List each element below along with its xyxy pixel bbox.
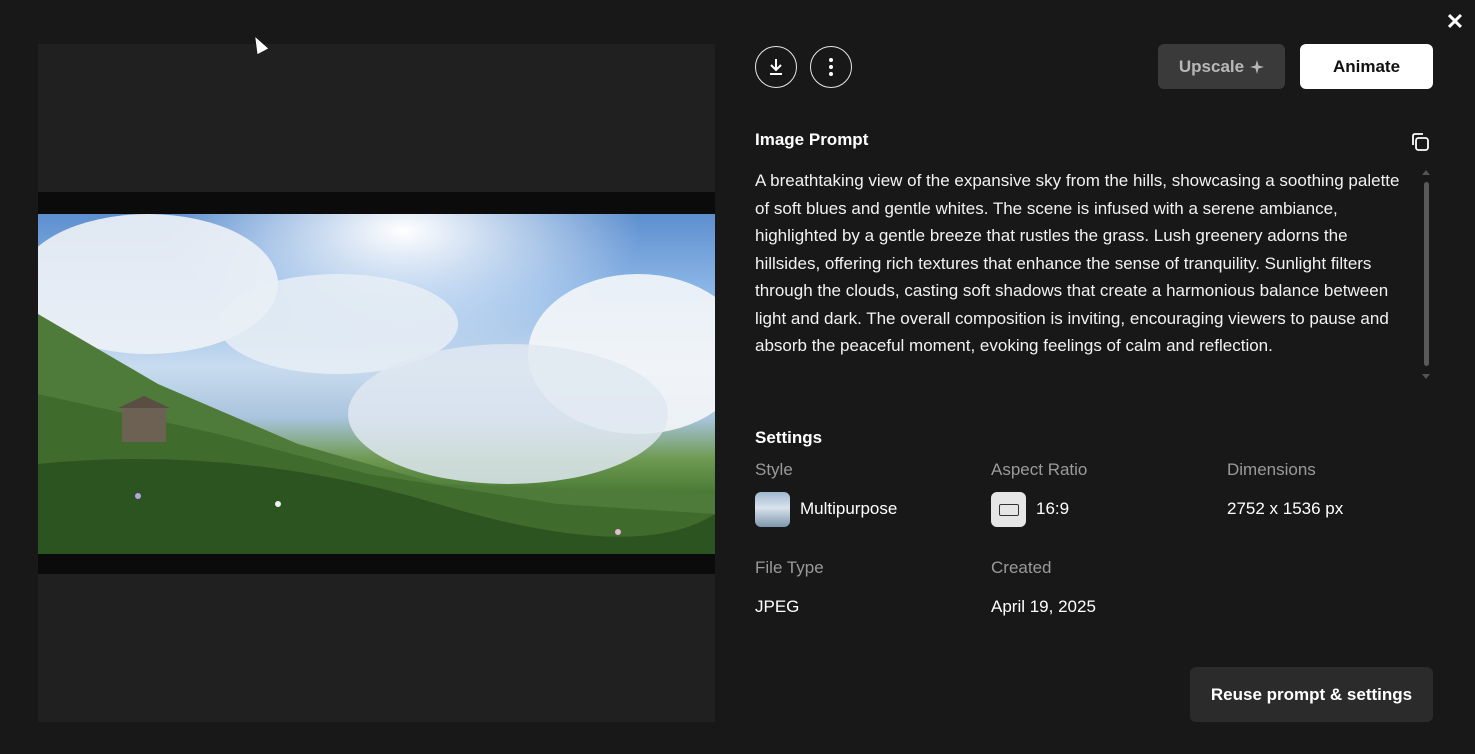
- more-vertical-icon: [829, 58, 833, 76]
- reuse-label: Reuse prompt & settings: [1210, 684, 1413, 704]
- settings-title: Settings: [755, 428, 823, 447]
- aspect-ratio-label: Aspect Ratio: [991, 460, 1088, 479]
- upscale-label: Upscale: [1178, 56, 1245, 76]
- image-preview-panel: [38, 44, 715, 722]
- dimensions-value: 2752 x 1536 px: [1227, 499, 1344, 518]
- landscape-image: [38, 214, 715, 554]
- created-value: April 19, 2025: [991, 597, 1096, 616]
- sparkle-icon: [1250, 59, 1265, 74]
- reuse-prompt-settings-button[interactable]: Reuse prompt & settings: [1190, 667, 1433, 722]
- image-prompt-title: Image Prompt: [755, 130, 869, 149]
- details-panel: Upscale Animate Image Prompt A breathtak…: [755, 44, 1433, 724]
- file-type-value: JPEG: [755, 597, 800, 616]
- image-prompt-text: A breathtaking view of the expansive sky…: [755, 171, 1400, 355]
- close-icon: ✕: [1445, 9, 1465, 34]
- aspect-ratio-icon: [991, 492, 1026, 527]
- aspect-ratio-value: 16:9: [1036, 499, 1070, 518]
- style-label: Style: [755, 460, 793, 479]
- upscale-button[interactable]: Upscale: [1158, 44, 1285, 89]
- generated-image[interactable]: [38, 214, 715, 554]
- download-button[interactable]: [755, 46, 797, 88]
- download-icon: [770, 59, 782, 75]
- style-thumbnail: [755, 492, 790, 527]
- close-button[interactable]: ✕: [1443, 10, 1467, 34]
- more-options-button[interactable]: [810, 46, 852, 88]
- animate-button[interactable]: Animate: [1300, 44, 1433, 89]
- animate-label: Animate: [1332, 56, 1401, 76]
- prompt-scrollbar[interactable]: [1421, 170, 1431, 380]
- scrollbar-thumb[interactable]: [1424, 182, 1429, 366]
- created-label: Created: [991, 558, 1052, 577]
- dimensions-label: Dimensions: [1227, 460, 1316, 479]
- copy-prompt-button[interactable]: [1409, 131, 1433, 155]
- scroll-up-icon[interactable]: [1422, 170, 1430, 175]
- style-value: Multipurpose: [800, 499, 898, 518]
- copy-icon: [1412, 133, 1429, 151]
- file-type-label: File Type: [755, 558, 824, 577]
- scroll-down-icon[interactable]: [1422, 374, 1430, 379]
